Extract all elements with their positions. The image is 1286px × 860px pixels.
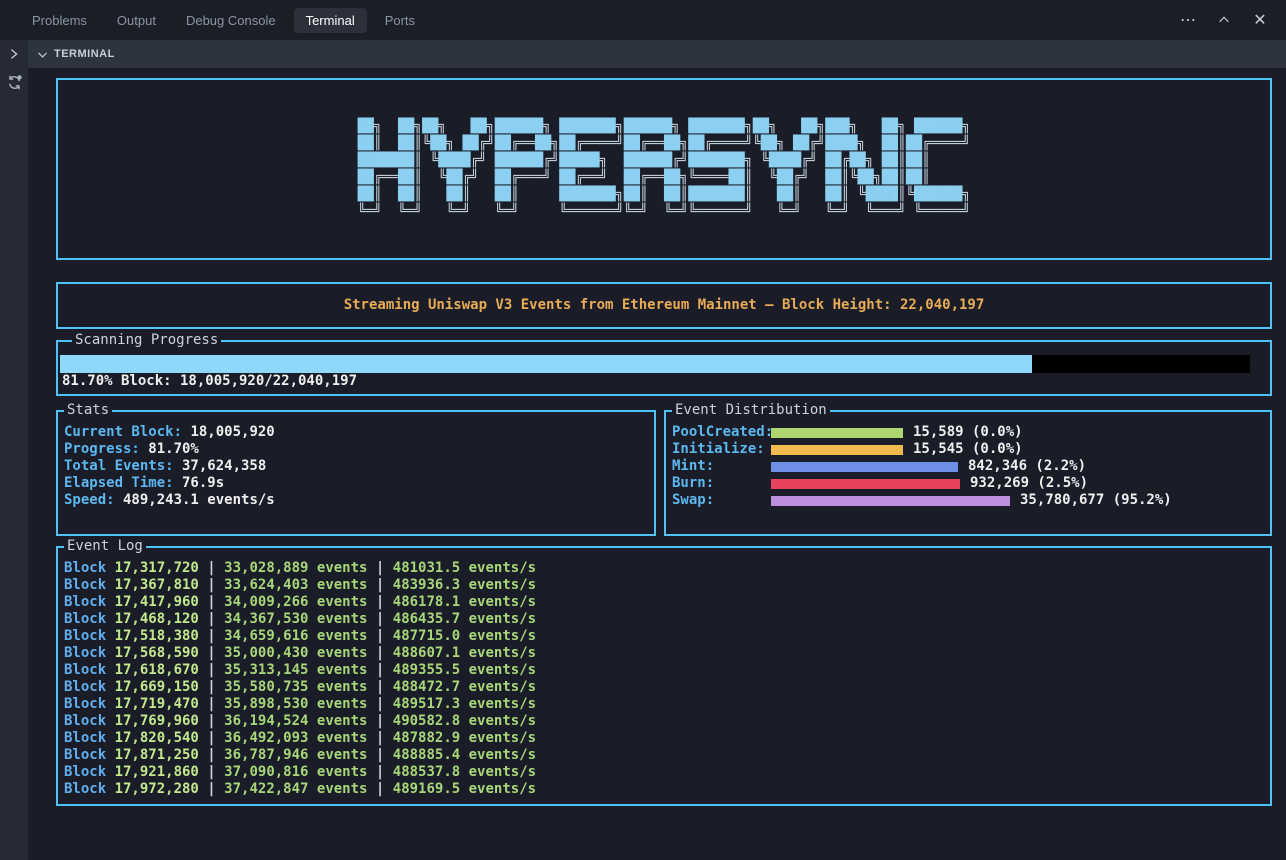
log-row: Block 17,417,960 | 34,009,266 events | 4…: [64, 594, 1262, 611]
log-row: Block 17,921,860 | 37,090,816 events | 4…: [64, 764, 1262, 781]
stat-row: Speed: 489,243.1 events/s: [64, 492, 646, 509]
tab-output[interactable]: Output: [105, 8, 168, 33]
progress-bar-track: [60, 355, 1250, 373]
log-row: Block 17,568,590 | 35,000,430 events | 4…: [64, 645, 1262, 662]
stat-label: Total Events:: [64, 458, 174, 474]
close-panel-icon[interactable]: ✕: [1250, 10, 1270, 30]
progress-bar-fill: [60, 355, 1032, 373]
distribution-value: 15,589 (0.0%): [913, 424, 1023, 441]
distribution-bar: [771, 428, 903, 438]
hypersync-ascii-banner: ██╗ ██╗██╗ ██╗██████╗ ███████╗██████╗ ██…: [358, 118, 971, 220]
distribution-row: PoolCreated: 15,589 (0.0%): [672, 424, 1262, 441]
vscode-panel: { "window": { "tabs": ["Problems", "Outp…: [0, 0, 1286, 860]
scanning-progress-title: Scanning Progress: [72, 332, 221, 349]
distribution-value: 35,780,677 (95.2%): [1020, 492, 1172, 509]
stats-rows: Current Block: 18,005,920Progress: 81.70…: [64, 424, 646, 509]
tab-terminal[interactable]: Terminal: [294, 8, 367, 33]
stat-row: Progress: 81.70%: [64, 441, 646, 458]
event-distribution-title: Event Distribution: [672, 402, 830, 419]
stat-value: 18,005,920: [182, 424, 275, 440]
stats-title: Stats: [64, 402, 112, 419]
tab-debug-console[interactable]: Debug Console: [174, 8, 288, 33]
event-distribution-panel: Event Distribution PoolCreated:15,589 (0…: [664, 410, 1272, 536]
log-row: Block 17,820,540 | 36,492,093 events | 4…: [64, 730, 1262, 747]
terminal-section-header[interactable]: TERMINAL: [28, 40, 1286, 68]
tab-ports[interactable]: Ports: [373, 8, 427, 33]
panel-controls: ⋯ ✕: [1178, 10, 1286, 30]
more-actions-icon[interactable]: ⋯: [1178, 10, 1198, 30]
side-rail: [0, 40, 28, 860]
terminal-section-label: TERMINAL: [54, 48, 115, 60]
stat-value: 81.70%: [140, 441, 199, 457]
stat-label: Elapsed Time:: [64, 475, 174, 491]
scanning-progress-panel: Scanning Progress 81.70% Block: 18,005,9…: [56, 340, 1272, 396]
distribution-label: Initialize:: [672, 441, 771, 458]
stat-label: Current Block:: [64, 424, 182, 440]
sync-process-icon[interactable]: [6, 74, 23, 91]
log-row: Block 17,719,470 | 35,898,530 events | 4…: [64, 696, 1262, 713]
log-row: Block 17,468,120 | 34,367,530 events | 4…: [64, 611, 1262, 628]
event-distribution-rows: PoolCreated: 15,589 (0.0%) Initialize: 15,5…: [672, 424, 1262, 509]
terminal-viewport[interactable]: ██╗ ██╗██╗ ██╗██████╗ ███████╗██████╗ ██…: [28, 68, 1286, 860]
distribution-value: 932,269 (2.5%): [970, 475, 1088, 492]
event-log-panel: Event Log Block 17,317,720 | 33,028,889 …: [56, 546, 1272, 806]
stats-panel: Stats Current Block: 18,005,920Progress:…: [56, 410, 656, 536]
distribution-row: Burn: 932,269 (2.5%): [672, 475, 1262, 492]
distribution-row: Swap: 35,780,677 (95.2%): [672, 492, 1262, 509]
distribution-label: PoolCreated:: [672, 424, 771, 441]
stat-label: Speed:: [64, 492, 115, 508]
tab-problems[interactable]: Problems: [20, 8, 99, 33]
distribution-bar: [771, 445, 903, 455]
log-row: Block 17,367,810 | 33,624,403 events | 4…: [64, 577, 1262, 594]
panel-tab-bar: ProblemsOutputDebug ConsoleTerminalPorts…: [0, 0, 1286, 40]
stat-row: Current Block: 18,005,920: [64, 424, 646, 441]
distribution-value: 15,545 (0.0%): [913, 441, 1023, 458]
log-row: Block 17,972,280 | 37,422,847 events | 4…: [64, 781, 1262, 798]
log-row: Block 17,317,720 | 33,028,889 events | 4…: [64, 560, 1262, 577]
maximize-panel-icon[interactable]: [1214, 10, 1234, 30]
distribution-row: Initialize: 15,545 (0.0%): [672, 441, 1262, 458]
stream-info-panel: Streaming Uniswap V3 Events from Ethereu…: [56, 282, 1272, 329]
distribution-bar: [771, 496, 1010, 506]
banner-panel: ██╗ ██╗██╗ ██╗██████╗ ███████╗██████╗ ██…: [56, 78, 1272, 260]
event-log-title: Event Log: [64, 538, 146, 555]
progress-label: 81.70% Block: 18,005,920/22,040,197: [60, 373, 1250, 390]
log-row: Block 17,769,960 | 36,194,524 events | 4…: [64, 713, 1262, 730]
chevron-down-icon[interactable]: [36, 48, 49, 61]
stat-value: 37,624,358: [174, 458, 267, 474]
distribution-label: Swap:: [672, 492, 771, 509]
distribution-bar: [771, 462, 958, 472]
distribution-label: Burn:: [672, 475, 771, 492]
stat-label: Progress:: [64, 441, 140, 457]
stream-info-text: Streaming Uniswap V3 Events from Ethereu…: [344, 297, 985, 314]
log-row: Block 17,669,150 | 35,580,735 events | 4…: [64, 679, 1262, 696]
distribution-bar: [771, 479, 960, 489]
log-row: Block 17,518,380 | 34,659,616 events | 4…: [64, 628, 1262, 645]
stat-row: Elapsed Time: 76.9s: [64, 475, 646, 492]
distribution-value: 842,346 (2.2%): [968, 458, 1086, 475]
stat-value: 76.9s: [174, 475, 225, 491]
log-row: Block 17,871,250 | 36,787,946 events | 4…: [64, 747, 1262, 764]
distribution-row: Mint: 842,346 (2.2%): [672, 458, 1262, 475]
stat-value: 489,243.1 events/s: [115, 492, 275, 508]
expand-chevron-icon[interactable]: [7, 47, 21, 61]
stat-row: Total Events: 37,624,358: [64, 458, 646, 475]
distribution-label: Mint:: [672, 458, 771, 475]
log-row: Block 17,618,670 | 35,313,145 events | 4…: [64, 662, 1262, 679]
panel-tabs: ProblemsOutputDebug ConsoleTerminalPorts: [0, 8, 427, 33]
event-log-rows: Block 17,317,720 | 33,028,889 events | 4…: [64, 560, 1262, 798]
